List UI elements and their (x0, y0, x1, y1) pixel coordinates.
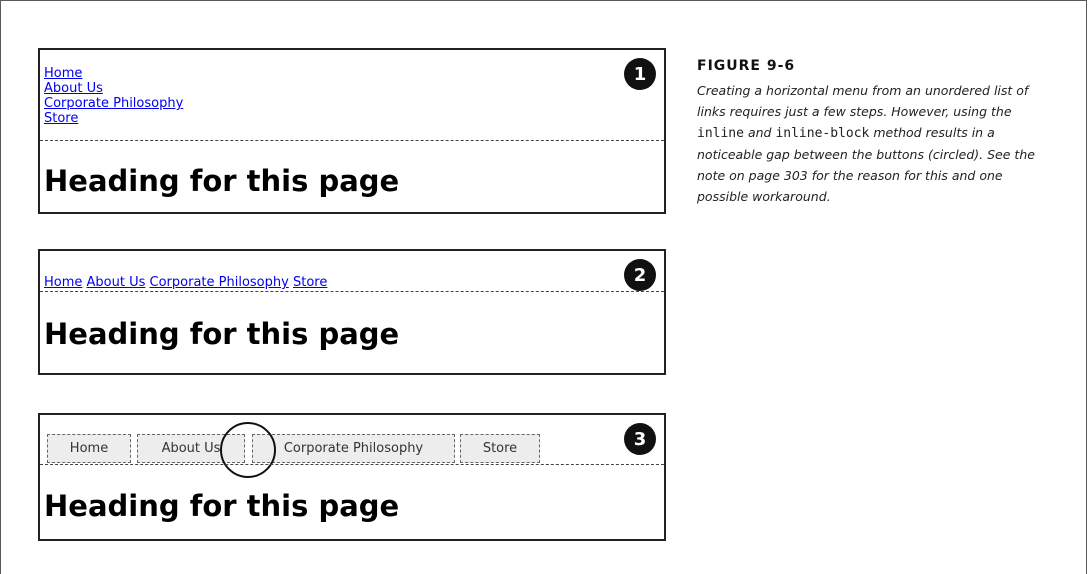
page-heading: Heading for this page (44, 317, 400, 351)
nav-item: Store (293, 275, 327, 290)
store-link[interactable]: Store (293, 275, 327, 290)
home-link[interactable]: Home (44, 66, 82, 81)
code-term: inline (697, 126, 744, 141)
example-panel-1: Home About Us Corporate Philosophy Store… (38, 48, 666, 214)
corporate-philosophy-link[interactable]: Corporate Philosophy (150, 275, 289, 290)
nav-item: Home (44, 275, 82, 290)
figure-label: FIGURE 9-6 (697, 58, 796, 74)
figure-caption-text: Creating a horizontal menu from an unord… (697, 80, 1057, 207)
about-us-link[interactable]: About Us (87, 275, 146, 290)
corporate-philosophy-button[interactable]: Corporate Philosophy (252, 434, 455, 463)
page-heading: Heading for this page (44, 489, 400, 523)
step-number-badge: 3 (624, 423, 656, 455)
corporate-philosophy-link[interactable]: Corporate Philosophy (44, 96, 183, 111)
step-number-badge: 2 (624, 259, 656, 291)
code-term: inline-block (775, 126, 870, 141)
nav-item: Home (44, 66, 183, 81)
nav-item: Corporate Philosophy (150, 275, 289, 290)
store-button[interactable]: Store (460, 434, 540, 463)
gap-highlight-circle (220, 422, 276, 478)
nav-item: Store (44, 111, 183, 126)
dashed-divider (40, 140, 664, 141)
inline-nav-list: Home About Us Corporate Philosophy Store (44, 275, 327, 290)
vertical-nav-list: Home About Us Corporate Philosophy Store (44, 66, 183, 126)
example-panel-3: Home About Us Corporate Philosophy Store… (38, 413, 666, 541)
page-heading: Heading for this page (44, 164, 400, 198)
figure-caption: FIGURE 9-6 Creating a horizontal menu fr… (697, 58, 1057, 207)
step-number-badge: 1 (624, 58, 656, 90)
home-link[interactable]: Home (44, 275, 82, 290)
nav-item: About Us (87, 275, 146, 290)
nav-item: About Us (44, 81, 183, 96)
store-link[interactable]: Store (44, 111, 78, 126)
home-button[interactable]: Home (47, 434, 131, 463)
dashed-divider (40, 291, 664, 292)
example-panel-2: Home About Us Corporate Philosophy Store… (38, 249, 666, 375)
caption-text: and (743, 125, 776, 140)
dashed-divider (40, 464, 664, 465)
nav-item: Corporate Philosophy (44, 96, 183, 111)
about-us-link[interactable]: About Us (44, 81, 103, 96)
caption-text: Creating a horizontal menu from an unord… (697, 83, 1029, 119)
